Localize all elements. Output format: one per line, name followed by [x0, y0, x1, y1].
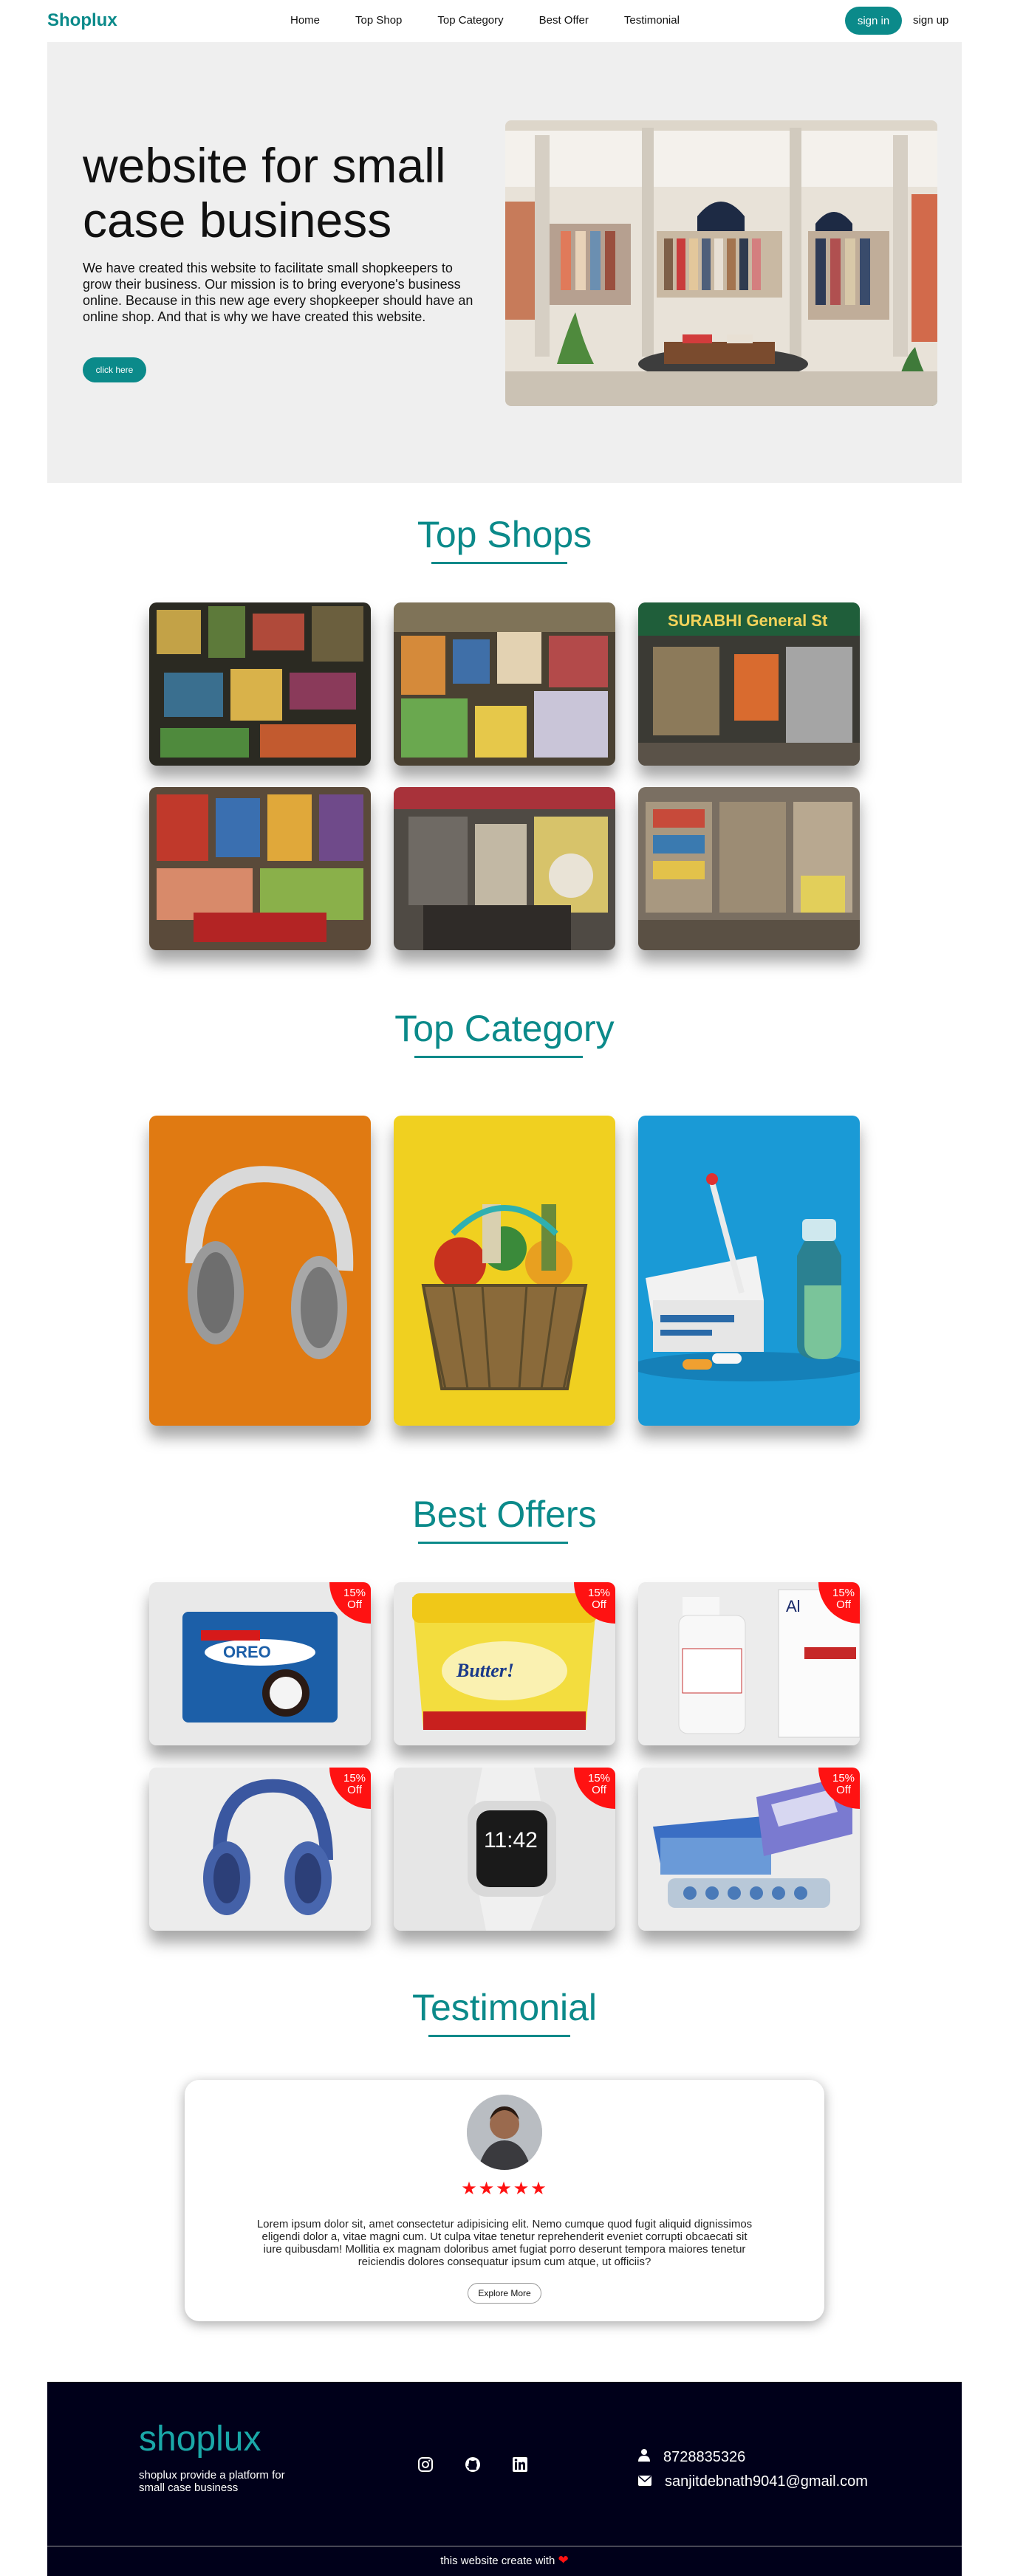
best-offers-title: Best Offers [412, 1494, 597, 1535]
top-category-underline [414, 1056, 583, 1058]
shop-card[interactable]: SURABHI General St [638, 602, 860, 766]
mail-icon [638, 2473, 651, 2490]
offer-card-tablets[interactable]: 15% Off [638, 1768, 860, 1931]
avatar [467, 2095, 542, 2170]
best-offers-underline [418, 1542, 568, 1544]
footer-credit: this website create with ❤ [440, 2553, 569, 2567]
sign-up-link[interactable]: sign up [913, 14, 948, 27]
shop-card[interactable] [149, 787, 371, 950]
github-icon[interactable] [464, 2456, 482, 2477]
offer-card-capsules[interactable]: Al 15% Off [638, 1582, 860, 1745]
footer-phone: 8728835326 [663, 2448, 746, 2465]
navbar: Shoplux Home Top Shop Top Category Best … [0, 0, 1009, 42]
top-shops-underline [431, 562, 567, 564]
footer-email[interactable]: sanjitdebnath9041@gmail.com [665, 2473, 868, 2490]
nav-link-best-offer[interactable]: Best Offer [539, 14, 589, 27]
offer-card-oreo[interactable]: OREO 15% Off [149, 1582, 371, 1745]
footer-description: shoplux provide a platform for small cas… [139, 2469, 285, 2494]
nav-links: Home Top Shop Top Category Best Offer Te… [290, 14, 680, 27]
social-links [417, 2456, 529, 2477]
hero-description: We have created this website to facilita… [83, 261, 473, 324]
nav-link-top-shop[interactable]: Top Shop [355, 14, 402, 27]
hero-title: website for small case business [83, 138, 446, 247]
offer-card-butter[interactable]: Butter! 15% Off [394, 1582, 615, 1745]
testimonial-title: Testimonial [411, 1987, 598, 2028]
top-shops-title: Top Shops [417, 514, 592, 555]
nav-link-home[interactable]: Home [290, 14, 320, 27]
shop-card[interactable] [149, 602, 371, 766]
footer-brand: shoplux [139, 2419, 261, 2459]
brand-logo[interactable]: Shoplux [47, 10, 117, 31]
category-card-grocery[interactable] [394, 1116, 615, 1426]
instagram-icon[interactable] [417, 2456, 434, 2477]
category-card-electronics[interactable] [149, 1116, 371, 1426]
sign-in-button[interactable]: sign in [845, 7, 902, 35]
testimonial-card: ★★★★★ Lorem ipsum dolor sit, amet consec… [185, 2080, 824, 2321]
linkedin-icon[interactable] [511, 2456, 529, 2477]
category-card-medicine[interactable] [638, 1116, 860, 1426]
nav-link-testimonial[interactable]: Testimonial [624, 14, 680, 27]
shop-card[interactable] [394, 602, 615, 766]
heart-icon: ❤ [558, 2553, 569, 2567]
svg-text:11:42: 11:42 [484, 1828, 538, 1852]
testimonial-underline [428, 2035, 570, 2037]
svg-text:Al: Al [786, 1597, 801, 1615]
user-icon [638, 2448, 650, 2466]
testimonial-text: Lorem ipsum dolor sit, amet consectetur … [256, 2218, 753, 2268]
top-category-title: Top Category [394, 1008, 615, 1049]
shop-card[interactable] [638, 787, 860, 950]
explore-more-button[interactable]: Explore More [468, 2283, 541, 2304]
footer-contact: 8728835326 sanjitdebnath9041@gmail.com [638, 2448, 868, 2498]
footer: shoplux shoplux provide a platform for s… [47, 2382, 962, 2576]
svg-text:Butter!: Butter! [456, 1660, 514, 1681]
shop-card[interactable] [394, 787, 615, 950]
offer-card-headphones[interactable]: 15% Off [149, 1768, 371, 1931]
offer-card-smartwatch[interactable]: 11:42 15% Off [394, 1768, 615, 1931]
svg-text:OREO: OREO [223, 1643, 271, 1661]
rating-stars: ★★★★★ [461, 2179, 548, 2199]
svg-text:SURABHI General St: SURABHI General St [668, 611, 828, 630]
hero-store-image [505, 120, 937, 406]
nav-link-top-category[interactable]: Top Category [437, 14, 503, 27]
hero-section: website for small case business We have … [47, 42, 962, 483]
hero-click-button[interactable]: click here [83, 357, 146, 382]
